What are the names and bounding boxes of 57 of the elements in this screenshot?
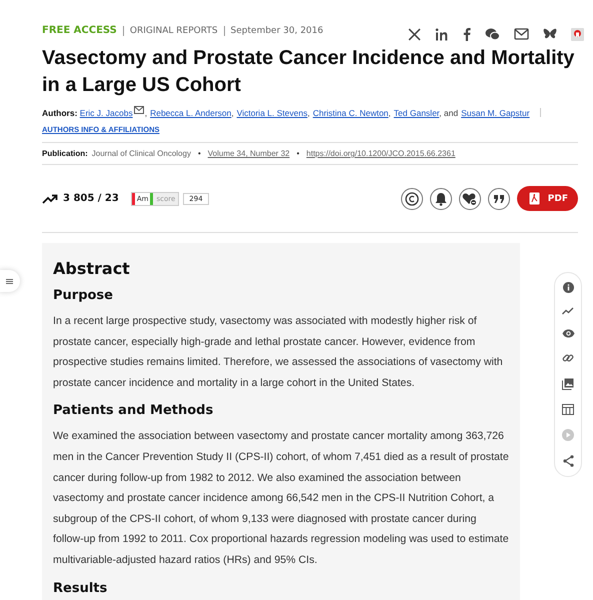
facebook-share-icon[interactable]	[463, 27, 471, 41]
pdf-file-icon	[528, 192, 540, 205]
section-paragraph: We examined the association between vasectomy and prostate cancer mortality among 363,726 men in the Cancer Prevention Study II (CPS-II) cohort, of whom 7,451 died as a result of prostate cancer during follow-up from 1982 to 2012. We also examined the association between vasectomy and prostate cancer incidence among 66,542 men in the CPS-II Nutrition Cohort, a subgroup of the CPS-II cohort, of whom 9,133 were diagnosed with prostate cancer during follow-up from 1992 to 2011. Cox proportional hazards regression modeling was used to estimate multivariable-adjusted hazard ratios (HRs) and 95% CIs.	[53, 429, 509, 568]
author-link[interactable]: Christina C. Newton	[312, 108, 388, 118]
email-icon[interactable]	[134, 106, 144, 114]
section-heading: Patients and Methods	[53, 403, 214, 418]
journal-name: Journal of Clinical Oncology	[92, 149, 191, 158]
section-heading: Results	[53, 580, 108, 596]
abstract-heading: Abstract	[53, 259, 131, 278]
table-icon[interactable]	[562, 404, 574, 415]
author-separator: ,	[388, 108, 391, 118]
chat-share-icon[interactable]	[485, 28, 500, 40]
list-icon	[6, 278, 13, 284]
heart-icon	[462, 192, 478, 206]
bookmark-app-icon[interactable]	[571, 28, 584, 40]
access-label: FREE ACCESS	[42, 25, 117, 36]
author-link[interactable]: Susan M. Gapstur	[461, 108, 530, 118]
share-icon[interactable]	[562, 455, 574, 467]
link-icon[interactable]	[562, 352, 574, 364]
trending-icon[interactable]	[562, 307, 574, 315]
section-paragraph: In a recent large prospective study, vasectomy was associated with modestly higher risk of prostate cancer, especially high-grade and lethal prostate cancer. However, evidence from prospective studies remains limited. Therefore, we assessed the associations of vasectomy with prostate cancer incidence and mortality in a large cohort in the United States.	[53, 314, 504, 391]
authors-label: Authors:	[42, 108, 78, 118]
outline-toggle-button[interactable]	[0, 270, 20, 292]
copyright-button[interactable]	[400, 188, 423, 210]
author-link[interactable]: Eric J. Jacobs	[80, 108, 133, 118]
author-link[interactable]: Victoria L. Stevens	[236, 108, 308, 118]
author-link[interactable]: Ted Gansler	[394, 108, 440, 118]
alert-button[interactable]	[430, 188, 452, 210]
views-count: 3 805 / 23	[63, 193, 119, 204]
cite-button[interactable]	[488, 188, 510, 210]
bell-icon	[434, 192, 448, 206]
author-separator: ,	[144, 108, 148, 118]
author-separator: ,	[307, 108, 310, 118]
section-heading: Purpose	[53, 288, 114, 303]
quote-icon	[492, 194, 505, 204]
eye-icon[interactable]	[562, 329, 574, 338]
doi-link[interactable]: https://doi.org/10.1200/JCO.2015.66.2361	[306, 149, 456, 158]
email-share-icon[interactable]	[514, 28, 529, 40]
butterfly-share-icon[interactable]	[543, 28, 557, 40]
x-share-icon[interactable]	[408, 28, 421, 40]
image-gallery-icon[interactable]	[562, 378, 574, 390]
article-type: ORIGINAL REPORTS	[130, 26, 218, 36]
pdf-button[interactable]: PDF	[516, 186, 578, 211]
bullet: •	[198, 149, 201, 158]
publication-label: Publication:	[42, 149, 88, 158]
bullet: •	[296, 149, 300, 158]
copyright-icon	[404, 192, 419, 206]
publish-date: September 30, 2016	[230, 26, 324, 36]
article-title: Vasectomy and Prostate Cancer Incidence and Mortality in a Large US Cohort	[42, 46, 576, 98]
author-separator: ,	[231, 108, 234, 118]
author-separator: , and	[439, 108, 458, 118]
linkedin-share-icon[interactable]	[435, 28, 449, 40]
author-link[interactable]: Rebecca L. Anderson	[150, 108, 232, 118]
info-icon[interactable]	[562, 282, 574, 293]
favorite-button[interactable]	[458, 188, 481, 210]
volume-link[interactable]: Volume 34, Number 32	[208, 149, 290, 158]
trending-icon	[42, 194, 58, 204]
